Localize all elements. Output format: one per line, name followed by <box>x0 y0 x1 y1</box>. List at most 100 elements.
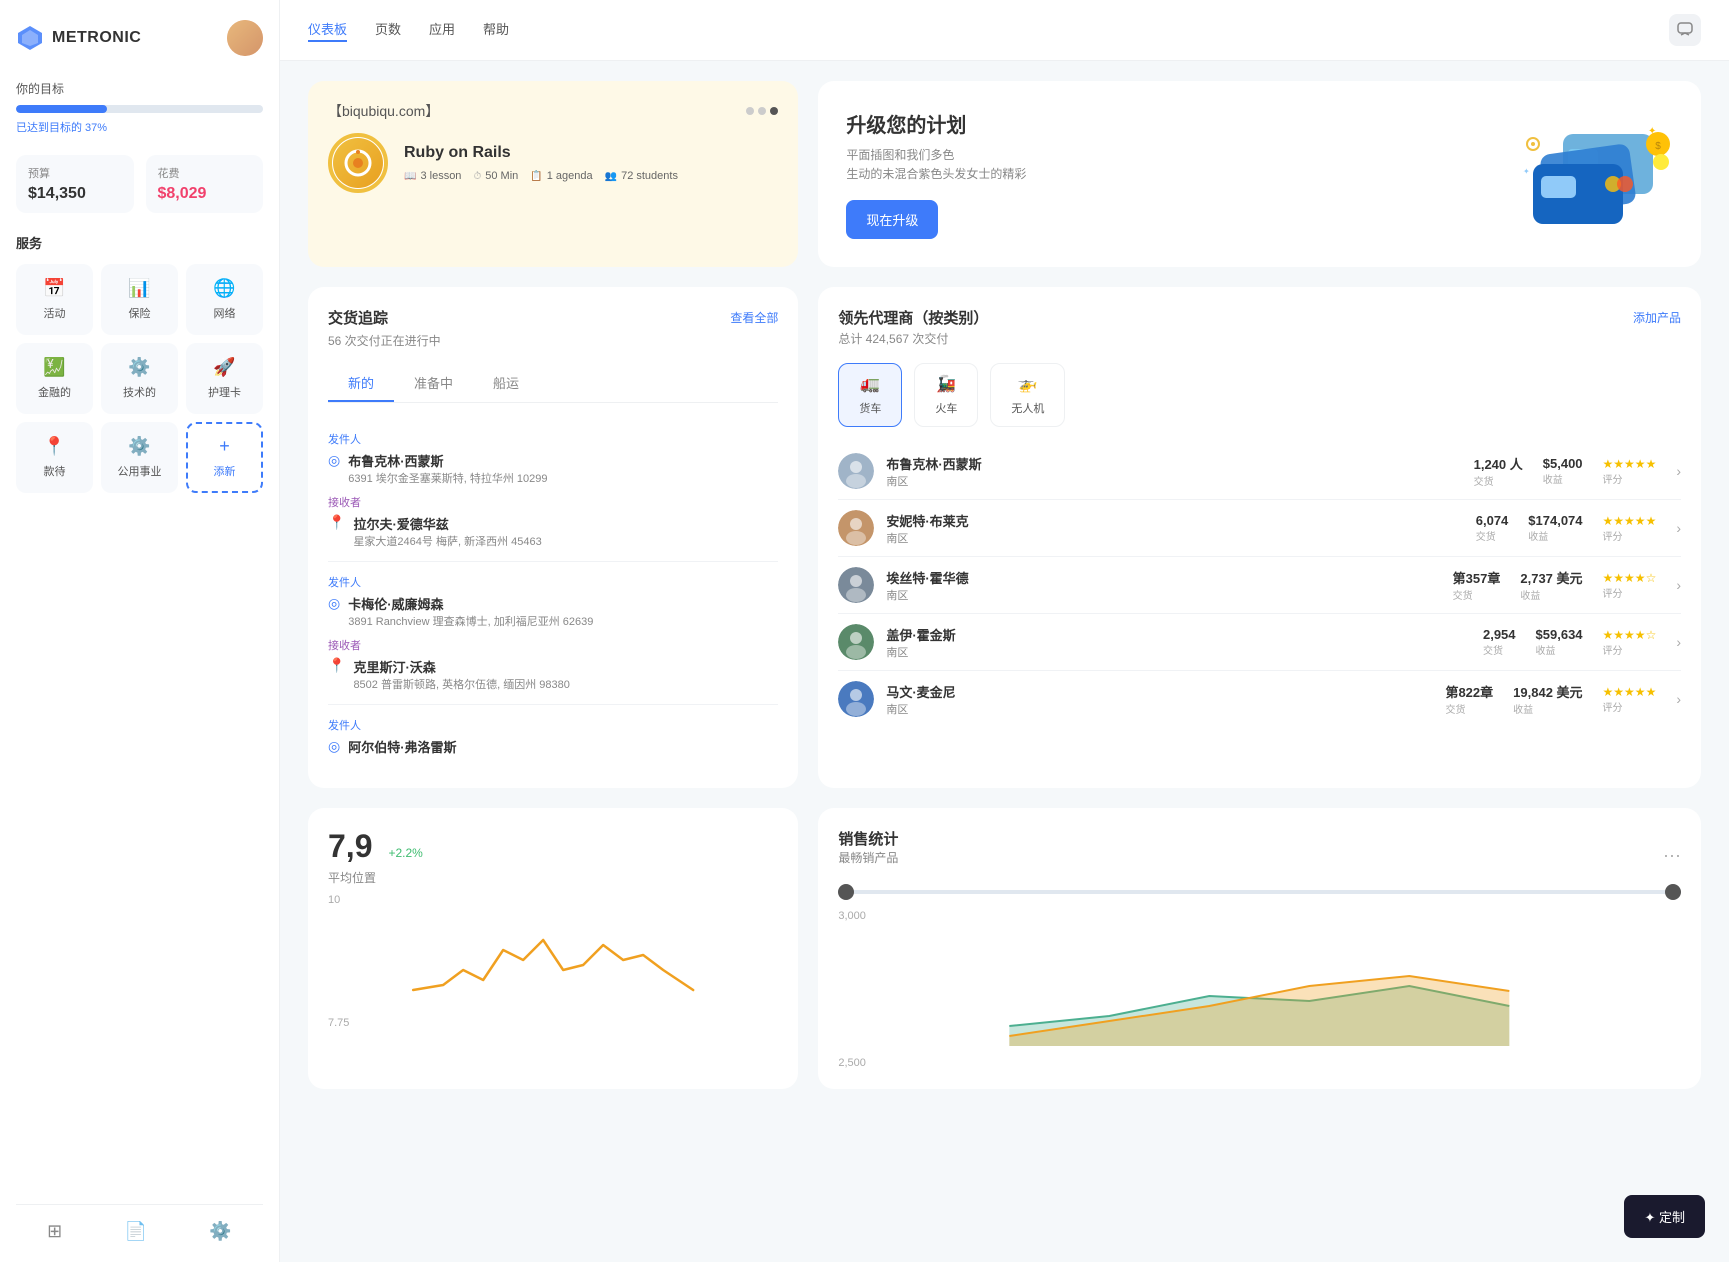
agent-row-1: 安妮特·布莱克 南区 6,074 交货 $174,074 收益 ★★★★★ 评分… <box>838 500 1681 557</box>
layers-icon[interactable]: ⊞ <box>47 1221 62 1242</box>
shipment-tabs: 新的 准备中 船运 <box>328 365 778 403</box>
cat-tab-drone[interactable]: 🚁 无人机 <box>990 363 1065 427</box>
sender-name-2: 卡梅伦·威廉姆森 <box>348 594 593 613</box>
sales-chart-area: 3,000 2,500 <box>838 910 1681 1069</box>
receiver-row-2: 📍 克里斯汀·沃森 8502 普雷斯顿路, 英格尔伍德, 缅因州 98380 <box>328 657 778 692</box>
chat-icon[interactable] <box>1669 14 1701 46</box>
customize-button[interactable]: ✦ 定制 <box>1624 1195 1705 1238</box>
revenue-value-2: 2,737 美元 <box>1520 568 1582 587</box>
agent-region-2: 南区 <box>886 587 1440 603</box>
agent-info-1: 安妮特·布莱克 南区 <box>886 511 1463 546</box>
range-handle-left[interactable] <box>838 884 854 900</box>
upgrade-button[interactable]: 现在升级 <box>846 200 938 239</box>
revenue-label-1: 收益 <box>1528 528 1582 543</box>
shipment-item-3: 发件人 ◎ 阿尔伯特·弗洛雷斯 <box>328 705 778 768</box>
agent-row-2: 埃丝特·霍华德 南区 第357章 交货 2,737 美元 收益 ★★★★☆ 评分… <box>838 557 1681 614</box>
budget-card: 预算 $14,350 <box>16 155 134 213</box>
tab-preparing[interactable]: 准备中 <box>394 365 473 402</box>
shipment-header: 交货追踪 查看全部 <box>328 307 778 328</box>
shipment-subtitle: 56 次交付正在进行中 <box>328 332 778 349</box>
settings-icon[interactable]: ⚙️ <box>209 1221 231 1242</box>
agent-arrow-2[interactable]: › <box>1676 577 1681 593</box>
service-item-care[interactable]: 🚀 护理卡 <box>186 343 263 414</box>
agent-stats-0: 1,240 人 交货 $5,400 收益 ★★★★★ 评分 › <box>1474 454 1681 488</box>
service-item-network[interactable]: 🌐 网络 <box>186 264 263 335</box>
transaction-label-3: 交货 <box>1483 642 1516 657</box>
nav-apps[interactable]: 应用 <box>429 19 455 42</box>
range-handle-right[interactable] <box>1665 884 1681 900</box>
sender-info-2: 卡梅伦·威廉姆森 3891 Ranchview 理查森博士, 加利福尼亚州 62… <box>348 594 593 629</box>
service-name-activity: 活动 <box>44 305 66 321</box>
svg-text:$: $ <box>1655 141 1661 152</box>
service-item-tech[interactable]: ⚙️ 技术的 <box>101 343 178 414</box>
tab-new[interactable]: 新的 <box>328 365 394 402</box>
user-avatar[interactable] <box>227 20 263 56</box>
network-icon: 🌐 <box>213 278 235 299</box>
nav-help[interactable]: 帮助 <box>483 19 509 42</box>
service-item-activity[interactable]: 📅 活动 <box>16 264 93 335</box>
transaction-label-4: 交货 <box>1445 701 1493 716</box>
add-product-button[interactable]: 添加产品 <box>1633 309 1681 326</box>
hospitality-icon: 📍 <box>43 436 65 457</box>
receiver-name-2: 克里斯汀·沃森 <box>353 657 569 676</box>
upgrade-graphic: $ ✦ ✦ <box>1513 114 1673 234</box>
sales-more-icon[interactable]: ··· <box>1663 845 1681 866</box>
course-card: 【biqubiqu.com】 <box>308 81 798 267</box>
students-value: 72 students <box>621 170 678 182</box>
course-title: Ruby on Rails <box>404 144 778 162</box>
service-item-add[interactable]: + 添新 <box>186 422 263 493</box>
agent-name-1: 安妮特·布莱克 <box>886 511 1463 530</box>
sender-label-1: 发件人 <box>328 431 778 447</box>
avg-position-label: 平均位置 <box>328 869 778 886</box>
avg-position-header: 7,9 +2.2% <box>328 828 778 865</box>
cat-tab-train[interactable]: 🚂 火车 <box>914 363 978 427</box>
transaction-label-0: 交货 <box>1474 473 1523 488</box>
revenue-value-4: 19,842 美元 <box>1513 682 1582 701</box>
nav-pages[interactable]: 页数 <box>375 19 401 42</box>
service-item-insurance[interactable]: 📊 保险 <box>101 264 178 335</box>
sales-y-2500: 2,500 <box>838 1057 866 1069</box>
service-name-care: 护理卡 <box>208 384 241 400</box>
service-name-utilities: 公用事业 <box>118 463 162 479</box>
stat-transactions-1: 6,074 交货 <box>1476 513 1509 543</box>
tab-shipping[interactable]: 船运 <box>473 365 539 402</box>
agent-arrow-1[interactable]: › <box>1676 520 1681 536</box>
cat-tab-truck[interactable]: 🚛 货车 <box>838 363 902 427</box>
transaction-value-4: 第822章 <box>1445 682 1493 701</box>
agent-arrow-4[interactable]: › <box>1676 691 1681 707</box>
stars-1: ★★★★★ <box>1603 514 1657 528</box>
receiver-name-1: 拉尔夫·爱德华兹 <box>353 514 541 533</box>
sidebar-logo: METRONIC <box>16 20 263 56</box>
stat-transactions-4: 第822章 交货 <box>1445 682 1493 716</box>
service-item-finance[interactable]: 💹 金融的 <box>16 343 93 414</box>
service-name-network: 网络 <box>214 305 236 321</box>
receiver-row-1: 📍 拉尔夫·爱德华兹 星家大道2464号 梅萨, 新泽西州 45463 <box>328 514 778 549</box>
agent-arrow-0[interactable]: › <box>1676 463 1681 479</box>
truck-icon: 🚛 <box>860 374 880 394</box>
upgrade-desc-line1: 平面插图和我们多色 <box>846 148 954 162</box>
agent-name-3: 盖伊·霍金斯 <box>886 625 1471 644</box>
sidebar: METRONIC 你的目标 已达到目标的 37% 预算 $14,350 花费 $… <box>0 0 280 1262</box>
file-icon[interactable]: 📄 <box>125 1221 147 1242</box>
agent-arrow-3[interactable]: › <box>1676 634 1681 650</box>
agent-info-4: 马文·麦金尼 南区 <box>886 682 1433 717</box>
agents-title: 领先代理商（按类别） <box>838 307 988 328</box>
content-area: 【biqubiqu.com】 <box>280 61 1729 1262</box>
shipment-link[interactable]: 查看全部 <box>730 309 778 326</box>
service-item-hospitality[interactable]: 📍 款待 <box>16 422 93 493</box>
range-slider[interactable] <box>838 890 1681 894</box>
agent-region-3: 南区 <box>886 644 1471 660</box>
transaction-value-3: 2,954 <box>1483 627 1516 642</box>
cat-label-drone: 无人机 <box>1011 400 1044 416</box>
sales-chart-legend: 2,500 <box>838 1057 1681 1069</box>
agent-row-4: 马文·麦金尼 南区 第822章 交货 19,842 美元 收益 ★★★★★ 评分… <box>838 671 1681 727</box>
add-icon: + <box>219 436 230 457</box>
revenue-value-1: $174,074 <box>1528 513 1582 528</box>
revenue-value-3: $59,634 <box>1536 627 1583 642</box>
agent-stats-2: 第357章 交货 2,737 美元 收益 ★★★★☆ 评分 › <box>1453 568 1681 602</box>
agent-stats-4: 第822章 交货 19,842 美元 收益 ★★★★★ 评分 › <box>1445 682 1681 716</box>
service-item-utilities[interactable]: ⚙️ 公用事业 <box>101 422 178 493</box>
sender-location-icon-1: ◎ <box>328 452 340 469</box>
nav-dashboard[interactable]: 仪表板 <box>308 19 347 42</box>
activity-icon: 📅 <box>43 278 65 299</box>
